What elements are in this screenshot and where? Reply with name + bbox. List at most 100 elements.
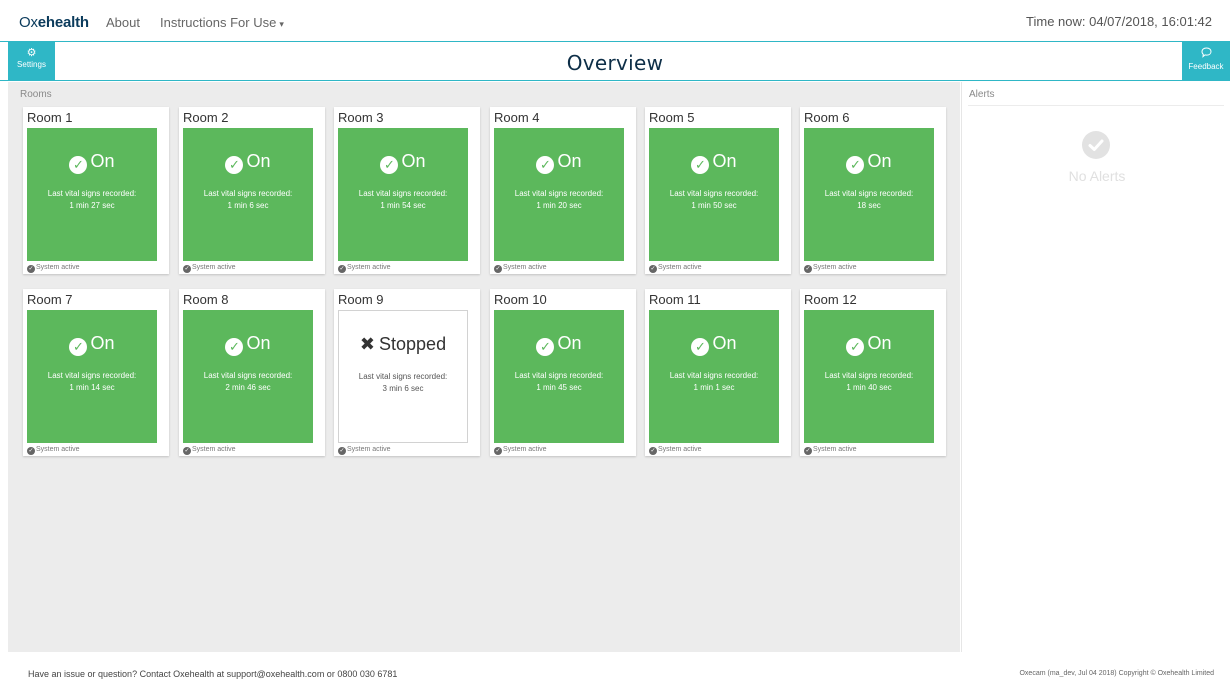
room-card[interactable]: Room 12 ✓ On Last vital signs recorded: 1 mi… [800, 289, 946, 456]
check-circle-icon: ✓ [183, 265, 191, 273]
room-card[interactable]: Room 6 ✓ On Last vital signs recorded: 18 se… [800, 107, 946, 274]
check-circle-icon: ✓ [69, 338, 88, 356]
room-status-label: On [867, 333, 892, 353]
room-status-label: On [401, 151, 426, 171]
room-card[interactable]: Room 7 ✓ On Last vital signs recorded: 1 min… [23, 289, 169, 456]
room-status-panel[interactable]: ✓ On Last vital signs recorded: 1 min 20 se… [494, 128, 624, 261]
no-alerts-text: No Alerts [1068, 168, 1126, 184]
caret-down-icon: ▾ [279, 19, 284, 29]
room-status-panel[interactable]: ✓ On Last vital signs recorded: 18 sec [804, 128, 934, 261]
footer-contact: Have an issue or question? Contact Oxehe… [28, 669, 398, 679]
room-status-panel[interactable]: ✓ On Last vital signs recorded: 1 min 27 se… [27, 128, 157, 261]
brand-logo[interactable]: Oxehealth [19, 14, 89, 31]
nav-about-link[interactable]: About [106, 15, 140, 30]
system-status: ✓ System active [183, 446, 236, 455]
room-name: Room 4 [494, 110, 540, 125]
room-status-panel[interactable]: ✓ On Last vital signs recorded: 1 min 45 se… [494, 310, 624, 443]
check-circle-icon: ✓ [691, 156, 710, 174]
room-status: ✓ On [27, 332, 157, 356]
room-card[interactable]: Room 5 ✓ On Last vital signs recorded: 1 min… [645, 107, 791, 274]
vital-signs-time: 1 min 40 sec [846, 383, 892, 392]
vital-signs-time: 1 min 6 sec [227, 201, 269, 210]
vital-signs-label: Last vital signs recorded: [514, 371, 604, 380]
room-status-panel[interactable]: ✓ On Last vital signs recorded: 1 min 54 se… [338, 128, 468, 261]
room-status: ✖ Stopped [339, 333, 467, 355]
room-status-panel[interactable]: ✓ On Last vital signs recorded: 2 min 46 se… [183, 310, 313, 443]
nav-instructions-dropdown[interactable]: Instructions For Use ▾ [160, 15, 284, 30]
system-status: ✓ System active [338, 446, 391, 455]
check-circle-icon [1082, 131, 1110, 159]
feedback-button[interactable]: Feedback [1182, 41, 1230, 81]
room-status-panel[interactable]: ✖ Stopped Last vital signs recorded: 3 min … [338, 310, 468, 443]
room-card[interactable]: Room 1 ✓ On Last vital signs recorded: 1 min… [23, 107, 169, 274]
room-card[interactable]: Room 9 ✖ Stopped Last vital signs recorded:… [334, 289, 480, 456]
top-nav: Oxehealth About Instructions For Use ▾ Ti… [0, 0, 1230, 41]
room-name: Room 2 [183, 110, 229, 125]
room-status-panel[interactable]: ✓ On Last vital signs recorded: 1 min 14 se… [27, 310, 157, 443]
check-circle-icon: ✓ [183, 447, 191, 455]
room-status-panel[interactable]: ✓ On Last vital signs recorded: 1 min 40 se… [804, 310, 934, 443]
system-status-label: System active [36, 446, 80, 453]
check-circle-icon: ✓ [225, 338, 244, 356]
room-name: Room 8 [183, 292, 229, 307]
vital-signs-label: Last vital signs recorded: [358, 189, 448, 198]
room-status: ✓ On [649, 332, 779, 356]
check-circle-icon: ✓ [649, 447, 657, 455]
room-status: ✓ On [649, 150, 779, 174]
check-circle-icon: ✓ [338, 265, 346, 273]
room-status-label: On [557, 151, 582, 171]
vital-signs-time: 1 min 54 sec [380, 201, 426, 210]
check-circle-icon: ✓ [69, 156, 88, 174]
system-status: ✓ System active [804, 264, 857, 273]
room-card[interactable]: Room 4 ✓ On Last vital signs recorded: 1 min… [490, 107, 636, 274]
room-status: ✓ On [183, 332, 313, 356]
room-status-panel[interactable]: ✓ On Last vital signs recorded: 1 min 1 sec [649, 310, 779, 443]
system-status-label: System active [813, 264, 857, 271]
x-icon: ✖ [359, 334, 376, 354]
system-status: ✓ System active [27, 264, 80, 273]
system-status: ✓ System active [494, 446, 547, 455]
room-card[interactable]: Room 2 ✓ On Last vital signs recorded: 1 min… [179, 107, 325, 274]
system-status-label: System active [36, 264, 80, 271]
vital-signs-time: 2 min 46 sec [225, 383, 271, 392]
vital-signs-label: Last vital signs recorded: [669, 189, 759, 198]
alerts-divider [968, 105, 1224, 106]
check-circle-icon: ✓ [691, 338, 710, 356]
room-status: ✓ On [804, 150, 934, 174]
room-status-label: On [246, 151, 271, 171]
room-card[interactable]: Room 3 ✓ On Last vital signs recorded: 1 min… [334, 107, 480, 274]
check-circle-icon: ✓ [846, 338, 865, 356]
page-title: Overview [566, 51, 664, 75]
system-status: ✓ System active [649, 264, 702, 273]
vital-signs-label: Last vital signs recorded: [203, 189, 293, 198]
vital-signs-time: 1 min 14 sec [69, 383, 115, 392]
room-status-label: On [867, 151, 892, 171]
system-status: ✓ System active [804, 446, 857, 455]
time-now: Time now: 04/07/2018, 16:01:42 [1026, 14, 1212, 29]
room-name: Room 7 [27, 292, 73, 307]
room-card[interactable]: Room 11 ✓ On Last vital signs recorded: 1 mi… [645, 289, 791, 456]
check-circle-icon: ✓ [225, 156, 244, 174]
check-circle-icon: ✓ [649, 265, 657, 273]
check-circle-icon: ✓ [27, 447, 35, 455]
check-circle-icon: ✓ [494, 265, 502, 273]
room-status-panel[interactable]: ✓ On Last vital signs recorded: 1 min 6 sec [183, 128, 313, 261]
system-status: ✓ System active [338, 264, 391, 273]
system-status-label: System active [347, 446, 391, 453]
vital-signs-time: 18 sec [857, 201, 881, 210]
room-status-label: On [246, 333, 271, 353]
system-status-label: System active [658, 446, 702, 453]
system-status: ✓ System active [27, 446, 80, 455]
room-card[interactable]: Room 8 ✓ On Last vital signs recorded: 2 min… [179, 289, 325, 456]
system-status: ✓ System active [183, 264, 236, 273]
room-status-label: On [90, 151, 115, 171]
system-status-label: System active [192, 446, 236, 453]
room-card[interactable]: Room 10 ✓ On Last vital signs recorded: 1 mi… [490, 289, 636, 456]
room-name: Room 10 [494, 292, 547, 307]
system-status-label: System active [347, 264, 391, 271]
check-circle-icon: ✓ [846, 156, 865, 174]
vital-signs-label: Last vital signs recorded: [824, 189, 914, 198]
vital-signs-time: 3 min 6 sec [382, 384, 424, 393]
room-name: Room 5 [649, 110, 695, 125]
room-status-panel[interactable]: ✓ On Last vital signs recorded: 1 min 50 se… [649, 128, 779, 261]
